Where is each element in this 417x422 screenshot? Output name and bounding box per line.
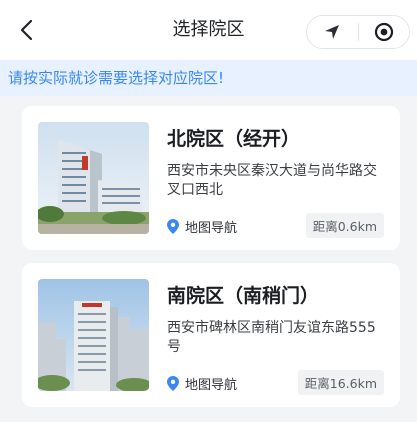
distance-badge: 距离0.6km xyxy=(305,213,384,238)
campus-photo xyxy=(38,122,149,234)
location-arrow-icon xyxy=(325,25,340,39)
distance-badge: 距离16.6km xyxy=(297,370,384,395)
map-navigation-label: 地图导航 xyxy=(185,378,238,393)
notice-banner: 请按实际就诊需要选择对应院区! xyxy=(0,60,417,96)
map-navigation-link[interactable]: 地图导航 xyxy=(167,217,237,236)
campus-address: 西安市未央区秦汉大道与尚华路交叉口西北 xyxy=(167,163,377,198)
map-pin-icon xyxy=(167,376,179,391)
target-icon xyxy=(374,22,393,42)
campus-name: 南院区（南稍门） xyxy=(167,285,320,307)
campus-photo xyxy=(38,279,149,391)
map-navigation-link[interactable]: 地图导航 xyxy=(167,374,237,393)
close-miniprogram-button[interactable] xyxy=(359,16,410,48)
campus-name: 北院区（经开） xyxy=(167,128,301,150)
navigation-bar: 选择院区 xyxy=(0,0,417,60)
campus-card-south[interactable]: 南院区（南稍门） 西安市碑林区南稍门友谊东路555号 地图导航 距离16.6km xyxy=(22,263,400,407)
map-pin-icon xyxy=(167,219,179,234)
campus-card-north[interactable]: 北院区（经开） 西安市未央区秦汉大道与尚华路交叉口西北 地图导航 距离0.6km xyxy=(22,106,400,250)
location-button[interactable] xyxy=(307,16,358,48)
capsule-menu xyxy=(306,15,410,49)
map-navigation-label: 地图导航 xyxy=(185,221,238,236)
campus-address: 西安市碑林区南稍门友谊东路555号 xyxy=(167,320,376,355)
